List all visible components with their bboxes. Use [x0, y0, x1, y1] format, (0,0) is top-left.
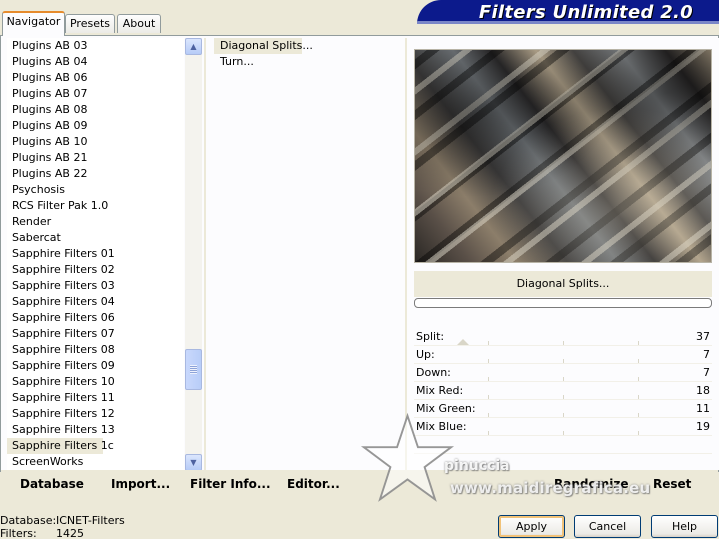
category-item[interactable]: Sapphire Filters 10 [7, 374, 184, 390]
import-button[interactable]: Import... [111, 477, 170, 491]
pane-divider[interactable] [204, 38, 206, 470]
category-item[interactable]: Sapphire Filters 03 [7, 278, 184, 294]
current-filter-name: Diagonal Splits... [414, 271, 712, 297]
navigator-panel: Plugins AB 03 Plugins AB 04 Plugins AB 06 P… [0, 35, 719, 472]
filter-info-button[interactable]: Filter Info... [190, 477, 271, 491]
param-value: 37 [696, 330, 710, 343]
param-value: 7 [703, 348, 710, 361]
filter-list[interactable]: Diagonal Splits... Turn... [214, 38, 404, 470]
category-item[interactable]: Sapphire Filters 1c [7, 438, 114, 454]
cancel-button[interactable]: Cancel [574, 515, 641, 538]
tab-about[interactable]: About [117, 14, 161, 33]
filter-item[interactable]: Turn... [214, 54, 404, 70]
category-item[interactable]: Sapphire Filters 12 [7, 406, 184, 422]
filter-item[interactable]: Diagonal Splits... [214, 38, 313, 54]
category-item[interactable]: Sapphire Filters 13 [7, 422, 184, 438]
database-value: ICNET-Filters [56, 514, 125, 527]
editor-button[interactable]: Editor... [287, 477, 340, 491]
param-label: Mix Green: [416, 402, 476, 415]
category-scrollbar[interactable]: ▲ ▼ [185, 38, 202, 471]
category-item[interactable]: RCS Filter Pak 1.0 [7, 198, 184, 214]
filter-settings-pane: Diagonal Splits... Split: 37 Up: 7 Down: 7 Mix… [408, 38, 719, 472]
title-banner: Filters Unlimited 2.0 [417, 0, 719, 24]
scroll-down-button[interactable]: ▼ [185, 454, 202, 471]
category-item[interactable]: Plugins AB 03 [7, 38, 184, 54]
param-label: Mix Blue: [416, 420, 467, 433]
category-item[interactable]: Plugins AB 09 [7, 118, 184, 134]
category-item[interactable]: Sapphire Filters 01 [7, 246, 184, 262]
category-item[interactable]: Sapphire Filters 06 [7, 310, 184, 326]
category-list[interactable]: Plugins AB 03 Plugins AB 04 Plugins AB 06 P… [7, 38, 184, 470]
tab-navigator[interactable]: Navigator [2, 11, 65, 36]
status-info: Database:ICNET-Filters Filters: 1425 [0, 514, 125, 539]
scroll-up-button[interactable]: ▲ [185, 38, 202, 55]
reset-button[interactable]: Reset [653, 477, 691, 491]
category-item[interactable]: Sapphire Filters 02 [7, 262, 184, 278]
category-item[interactable]: Plugins AB 04 [7, 54, 184, 70]
category-item[interactable]: Plugins AB 10 [7, 134, 184, 150]
banner-title: Filters Unlimited 2.0 [478, 2, 693, 23]
filters-label: Filters: [0, 527, 37, 539]
filters-count: 1425 [56, 527, 84, 539]
preview-image[interactable] [414, 49, 712, 263]
category-item[interactable]: Plugins AB 06 [7, 70, 184, 86]
pane-divider[interactable] [405, 38, 407, 470]
param-value: 18 [696, 384, 710, 397]
param-label: Down: [416, 366, 451, 379]
category-item[interactable]: Sapphire Filters 07 [7, 326, 184, 342]
param-label: Mix Red: [416, 384, 464, 397]
parameter-list: Split: 37 Up: 7 Down: 7 Mix Red: 18 Mix Green: 11… [414, 328, 712, 472]
param-slider[interactable]: Split: 37 [414, 328, 712, 346]
param-slider[interactable]: Up: 7 [414, 346, 712, 364]
category-item[interactable]: Plugins AB 21 [7, 150, 184, 166]
category-item[interactable]: Psychosis [7, 182, 184, 198]
apply-button[interactable]: Apply [498, 515, 565, 538]
action-bar: Database Import... Filter Info... Editor… [1, 470, 718, 502]
progress-bar [414, 298, 712, 308]
param-empty-row [414, 436, 712, 454]
param-label: Up: [416, 348, 435, 361]
randomize-button[interactable]: Randomize [554, 477, 628, 491]
param-slider[interactable]: Down: 7 [414, 364, 712, 382]
scroll-thumb[interactable] [185, 349, 202, 390]
help-button[interactable]: Help [651, 515, 718, 538]
category-item[interactable]: ScreenWorks [7, 454, 184, 470]
param-slider[interactable]: Mix Green: 11 [414, 400, 712, 418]
tab-presets[interactable]: Presets [65, 14, 115, 33]
param-slider[interactable]: Mix Blue: 19 [414, 418, 712, 436]
category-item[interactable]: Plugins AB 08 [7, 102, 184, 118]
param-label: Split: [416, 330, 445, 343]
category-item[interactable]: Plugins AB 07 [7, 86, 184, 102]
database-label: Database: [0, 514, 57, 527]
category-item[interactable]: Sapphire Filters 08 [7, 342, 184, 358]
tab-bar: Navigator Presets About Filters Unlimite… [0, 0, 719, 36]
param-slider[interactable]: Mix Red: 18 [414, 382, 712, 400]
database-button[interactable]: Database [20, 477, 84, 491]
category-item[interactable]: Sabercat [7, 230, 184, 246]
category-item[interactable]: Render [7, 214, 184, 230]
param-value: 7 [703, 366, 710, 379]
param-value: 11 [696, 402, 710, 415]
param-value: 19 [696, 420, 710, 433]
category-item[interactable]: Sapphire Filters 11 [7, 390, 184, 406]
category-item[interactable]: Plugins AB 22 [7, 166, 184, 182]
category-item[interactable]: Sapphire Filters 04 [7, 294, 184, 310]
slider-marker[interactable] [457, 339, 469, 345]
category-item[interactable]: Sapphire Filters 09 [7, 358, 184, 374]
